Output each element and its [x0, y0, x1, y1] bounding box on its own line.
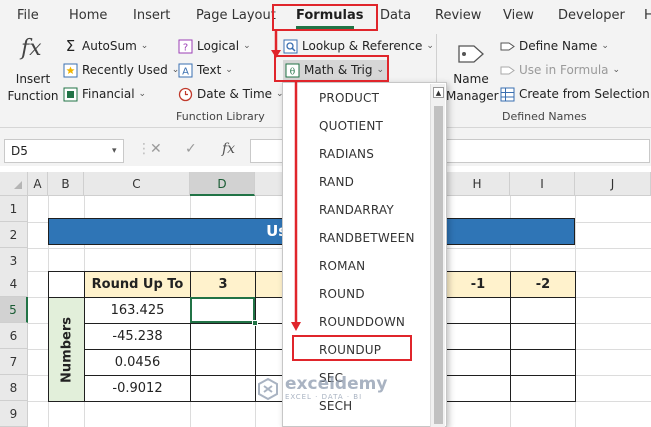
- annotation-arrows: [271, 31, 301, 331]
